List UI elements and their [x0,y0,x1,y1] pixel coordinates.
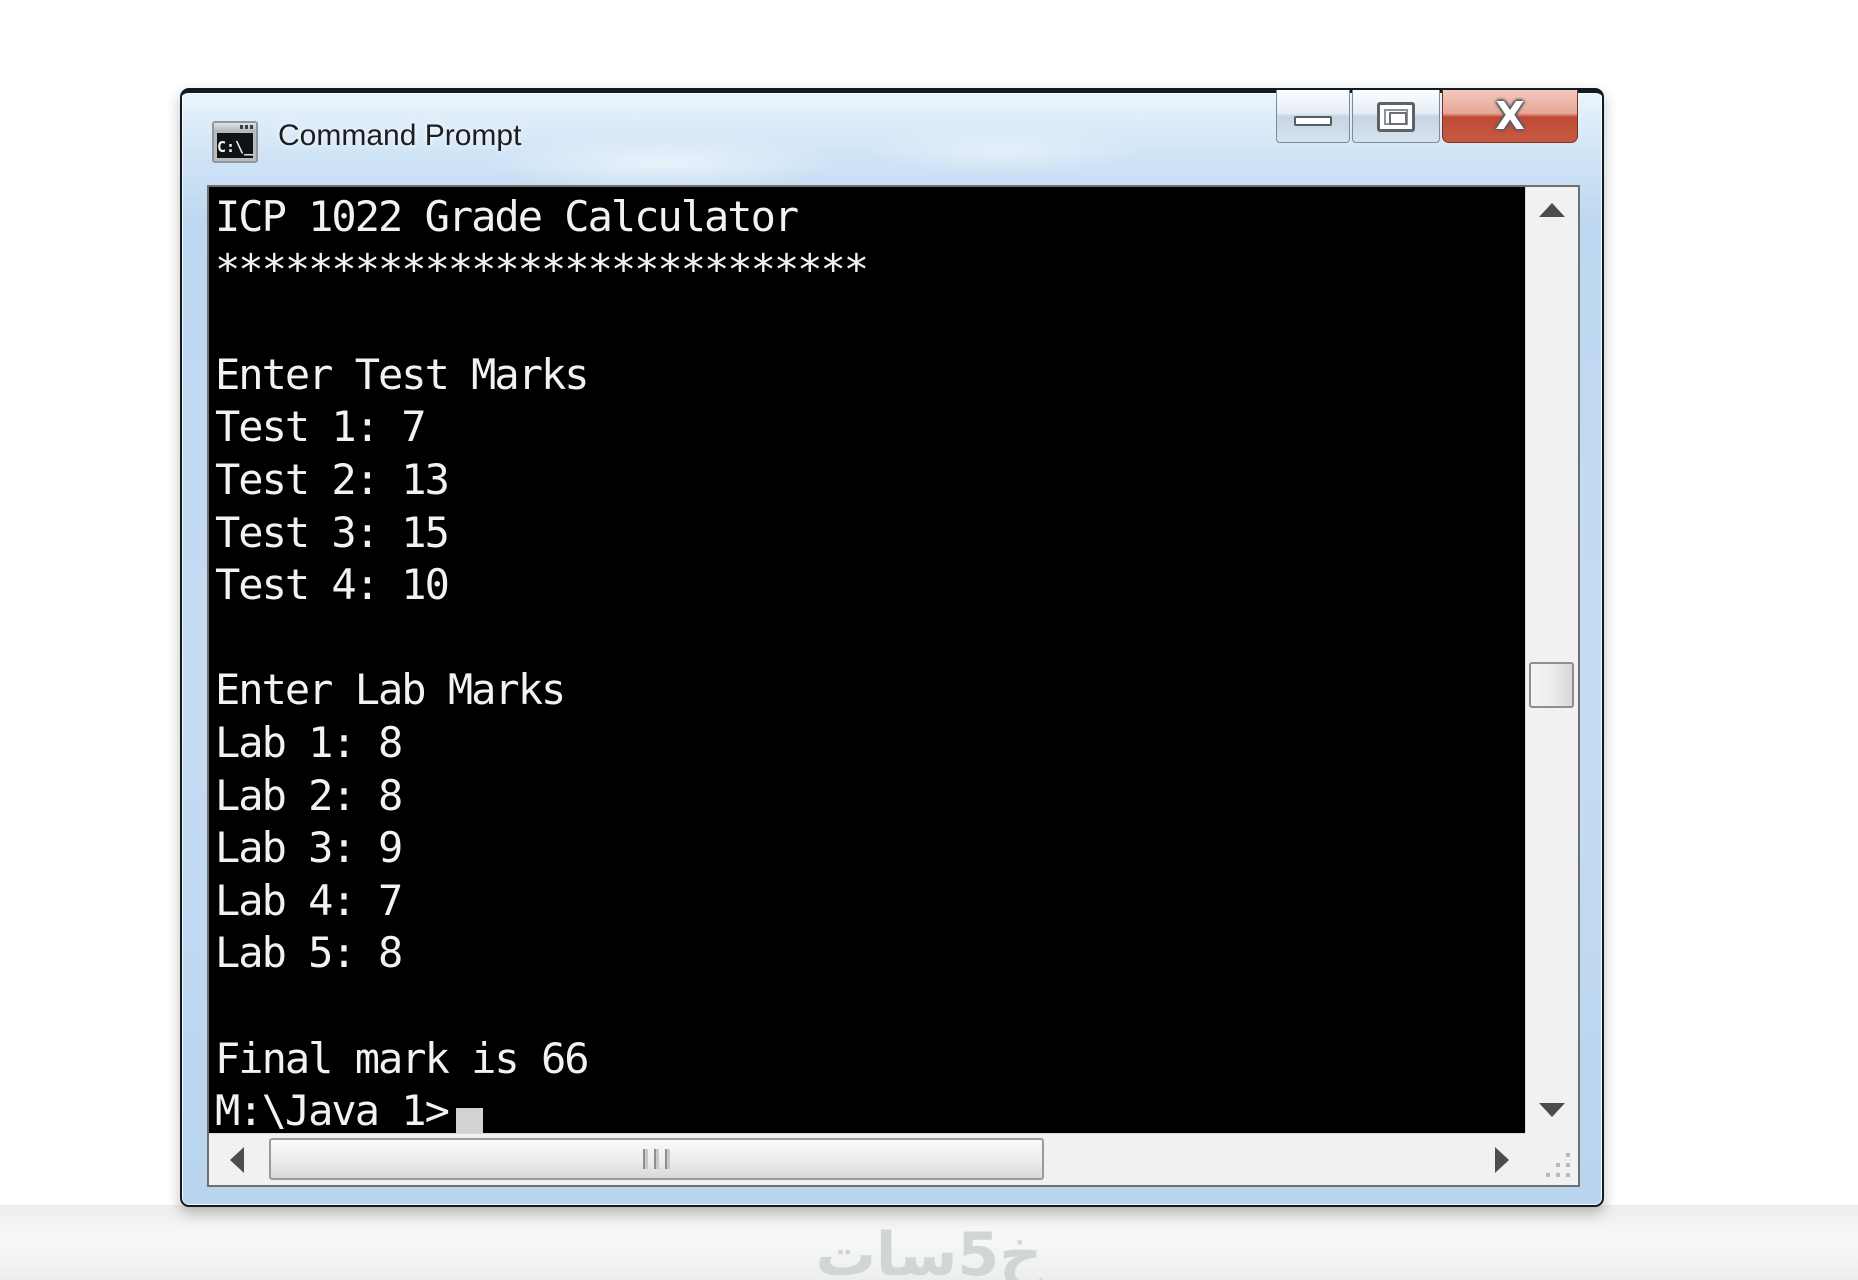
command-prompt-window: C:\_ Command Prompt X ICP 1022 Grade Cal… [180,88,1604,1207]
minimize-icon [1294,116,1332,126]
text-cursor [455,1108,483,1133]
page-background: خ5سات C:\_ Command Prompt X ICP 1022 Gra… [0,0,1858,1280]
terminal-line: Enter Lab Marks [215,665,566,715]
left-arrow-icon [230,1146,244,1173]
horizontal-scrollbar-thumb[interactable] [269,1138,1044,1180]
terminal-line: Lab 3: 9 [215,823,403,873]
horizontal-scrollbar[interactable] [209,1133,1525,1185]
vertical-scrollbar[interactable] [1525,187,1578,1133]
terminal-line: Lab 5: 8 [215,928,403,978]
close-icon: X [1495,94,1525,138]
right-arrow-icon [1495,1146,1509,1173]
resize-grip[interactable] [1525,1133,1578,1185]
terminal-line: Final mark is 66 [215,1033,590,1083]
window-title: Command Prompt [278,119,522,152]
scroll-down-button[interactable] [1526,1087,1578,1133]
caption-button-group: X [1276,90,1578,143]
khamsat-watermark: خ5سات [815,1220,1043,1280]
cmd-prompt-icon: C:\_ [212,121,258,163]
vertical-scrollbar-thumb[interactable] [1529,662,1574,708]
terminal-line: Test 3: 15 [215,507,450,557]
cmd-icon-text: C:\_ [217,133,253,158]
terminal-output[interactable]: ICP 1022 Grade Calculator ***************… [209,187,1525,1133]
resize-grip-icon [1566,1173,1570,1177]
thumb-grip-icon [643,1149,648,1169]
terminal-line: ICP 1022 Grade Calculator [215,192,799,241]
terminal-line: Enter Test Marks [215,349,590,399]
scroll-up-button[interactable] [1526,187,1578,233]
terminal-line: Lab 2: 8 [215,770,403,820]
maximize-icon [1377,102,1415,132]
terminal-line: Test 4: 10 [215,560,450,610]
terminal-line: Test 2: 13 [215,454,450,504]
maximize-button[interactable] [1352,90,1440,143]
terminal-line: **************************** [215,244,869,294]
up-arrow-icon [1539,203,1565,217]
scroll-right-button[interactable] [1479,1134,1525,1185]
close-button[interactable]: X [1442,90,1578,143]
console-client-area: ICP 1022 Grade Calculator ***************… [207,185,1580,1187]
down-arrow-icon [1539,1103,1565,1117]
terminal-line: Lab 4: 7 [215,875,403,925]
minimize-button[interactable] [1276,90,1350,143]
terminal-line: Test 1: 7 [215,402,427,452]
terminal-line: M:\Java 1> [215,1085,1525,1133]
scroll-left-button[interactable] [209,1134,265,1185]
terminal-line: Lab 1: 8 [215,717,403,767]
